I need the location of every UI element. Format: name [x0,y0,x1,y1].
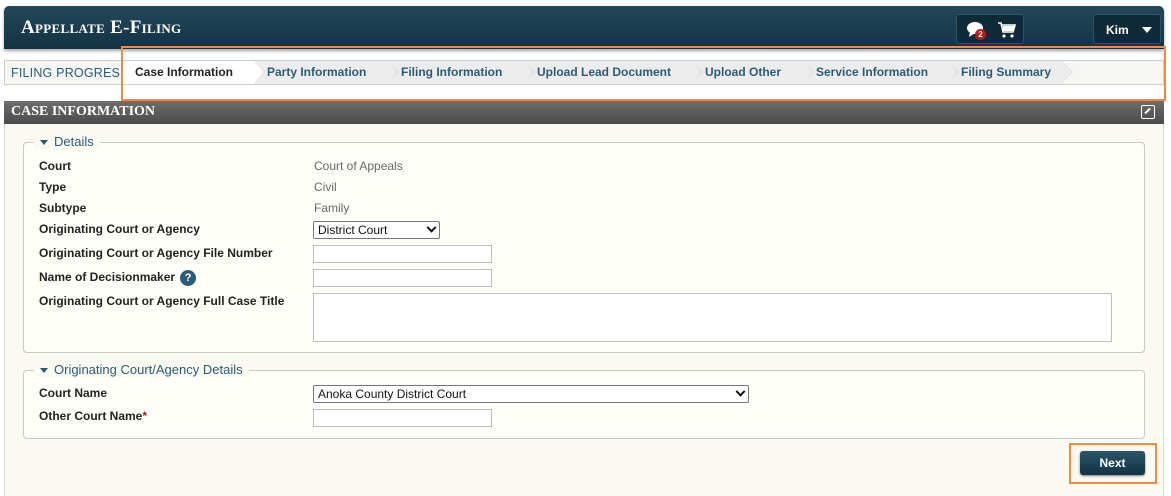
file-number-input[interactable] [313,245,492,263]
step-filing-summary[interactable]: Filing Summary [949,61,1073,84]
step-label: Filing Summary [961,65,1052,79]
help-icon[interactable]: ? [180,270,197,286]
step-label: Upload Lead Document [537,65,672,79]
file-number-label: Originating Court or Agency File Number [39,246,273,260]
details-fieldset: Details Court Court of Appeals Type Civi… [23,134,1145,353]
user-menu[interactable]: Kim [1093,14,1161,44]
court-name-label: Court Name [39,386,108,400]
subtype-value: Family [314,201,350,215]
step-upload-other[interactable]: Upload Other [693,61,814,84]
filing-progress-label: FILING PROGRESS [11,66,129,80]
step-party-information[interactable]: Party Information [255,61,399,84]
originating-court-label: Originating Court or Agency [39,222,200,236]
subtype-label: Subtype [39,201,87,215]
step-label: Upload Other [705,65,782,79]
step-case-information[interactable]: Case Information [123,61,265,84]
court-value: Court of Appeals [314,159,403,173]
full-case-title-label: Originating Court or Agency Full Case Ti… [39,294,285,308]
step-service-information[interactable]: Service Information [804,61,959,84]
required-marker: * [142,409,148,423]
section-header: CASE INFORMATION [4,101,1164,124]
decisionmaker-label-text: Name of Decisionmaker [39,270,176,285]
agency-legend-label: Originating Court/Agency Details [54,362,243,377]
collapse-triangle-icon [40,140,48,146]
popout-icon[interactable] [1141,105,1155,119]
decisionmaker-label: Name of Decisionmaker? [39,270,197,286]
filing-progress-bar: FILING PROGRESS Case Information Party I… [4,60,1164,85]
app-header: Appellate E-Filing 2 Kim [4,6,1164,49]
chevron-down-icon [1142,27,1152,33]
step-label: Case Information [135,65,234,79]
chevron-down-icon [735,386,746,397]
collapse-triangle-icon [40,368,48,374]
details-legend-label: Details [54,134,94,149]
type-value: Civil [314,180,337,194]
court-name-select[interactable]: Anoka County District Court [313,385,749,403]
court-name-select-value: Anoka County District Court [318,387,467,401]
other-court-name-label: Other Court Name* [39,409,147,423]
type-label: Type [39,180,67,194]
case-information-panel: Details Court Court of Appeals Type Civi… [4,124,1164,496]
agency-legend[interactable]: Originating Court/Agency Details [34,362,249,377]
agency-details-fieldset: Originating Court/Agency Details Court N… [23,362,1145,439]
step-label: Service Information [816,65,929,79]
step-label: Party Information [267,65,367,79]
other-court-name-input[interactable] [313,409,492,427]
details-legend[interactable]: Details [34,134,100,149]
cart-icon[interactable] [997,21,1017,39]
section-title: CASE INFORMATION [11,104,156,119]
full-case-title-textarea[interactable] [313,293,1112,342]
chat-badge: 2 [975,29,986,40]
step-upload-lead-document[interactable]: Upload Lead Document [525,61,703,84]
user-name: Kim [1106,23,1129,37]
originating-court-select[interactable]: District Court [313,221,440,239]
header-icon-group: 2 [956,14,1024,44]
other-court-name-label-text: Other Court Name [39,409,143,423]
originating-court-select-value: District Court [318,223,388,237]
next-button[interactable]: Next [1080,451,1145,475]
decisionmaker-input[interactable] [313,269,492,287]
step-filing-information[interactable]: Filing Information [389,61,535,84]
step-label: Filing Information [401,65,503,79]
chevron-down-icon [426,222,437,233]
court-label: Court [39,159,71,173]
app-title: Appellate E-Filing [21,17,182,38]
